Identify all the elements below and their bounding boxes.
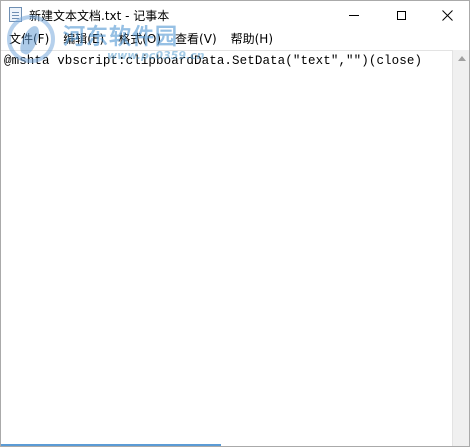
maximize-icon: [396, 10, 406, 20]
maximize-button[interactable]: [378, 1, 424, 29]
text-editor[interactable]: @mshta vbscript:clipboardData.SetData("t…: [1, 50, 452, 446]
menu-view[interactable]: 查看(V): [168, 29, 224, 49]
minimize-icon: [349, 14, 359, 16]
menu-file[interactable]: 文件(F): [1, 29, 56, 49]
chevron-up-icon: [457, 56, 466, 61]
menu-bar: 文件(F) 编辑(E) 格式(O) 查看(V) 帮助(H): [1, 29, 469, 49]
menu-format[interactable]: 格式(O): [111, 29, 168, 49]
bottom-accent-line: [1, 444, 221, 446]
title-bar[interactable]: 新建文本文档.txt - 记事本: [1, 1, 469, 29]
close-icon: [441, 9, 453, 21]
close-button[interactable]: [424, 1, 469, 29]
menu-edit[interactable]: 编辑(E): [56, 29, 111, 49]
minimize-button[interactable]: [331, 1, 377, 29]
menu-help[interactable]: 帮助(H): [224, 29, 280, 49]
vertical-scrollbar[interactable]: [452, 50, 469, 446]
editor-content[interactable]: @mshta vbscript:clipboardData.SetData("t…: [4, 54, 422, 68]
scroll-up-button[interactable]: [453, 50, 469, 67]
notepad-window: 新建文本文档.txt - 记事本 文件(F) 编辑(E) 格式(O) 查看(V)…: [0, 0, 470, 447]
notepad-icon[interactable]: [9, 7, 22, 22]
window-title: 新建文本文档.txt - 记事本: [29, 9, 170, 23]
